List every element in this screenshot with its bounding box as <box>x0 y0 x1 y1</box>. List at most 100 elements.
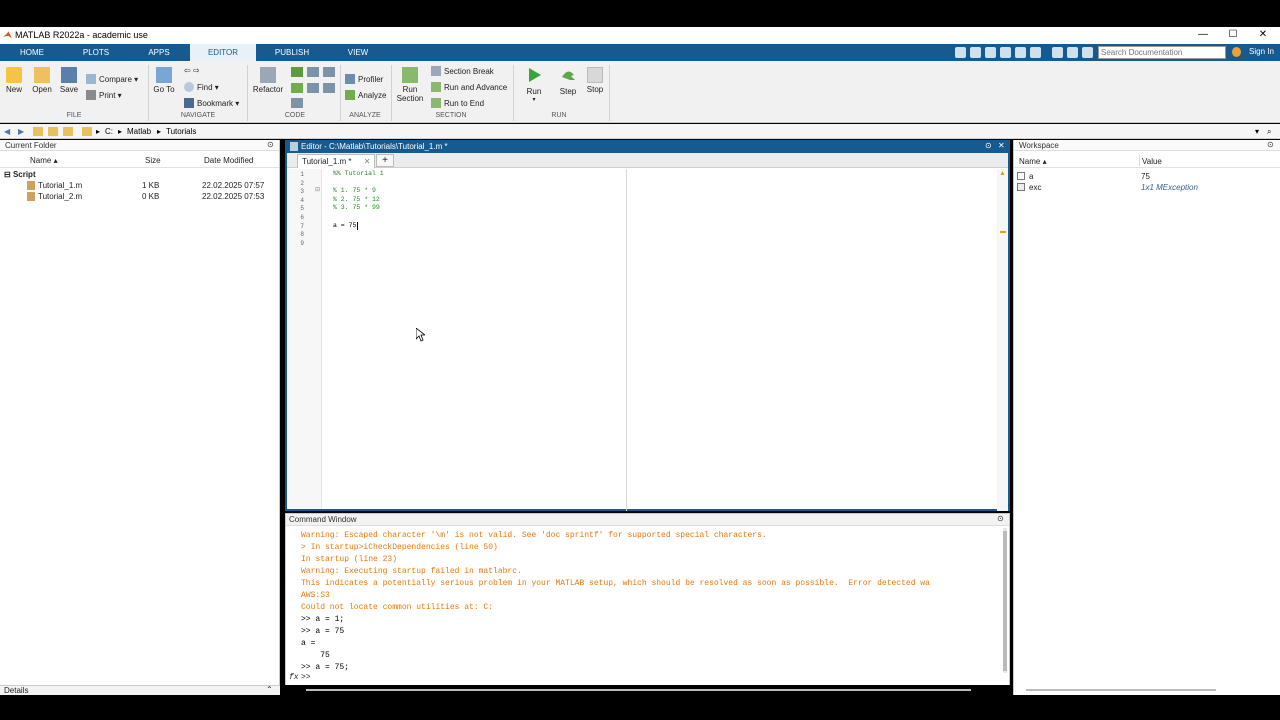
tab-view[interactable]: VIEW <box>328 44 388 61</box>
line-number: 9 <box>300 239 304 247</box>
command-prompt-line[interactable]: fx >> <box>286 673 1009 685</box>
save-button[interactable]: Save <box>58 67 80 94</box>
fold-icon[interactable]: ⊟ <box>315 186 320 193</box>
panel-menu-icon[interactable]: ⊙ <box>1267 140 1274 149</box>
code-line[interactable]: % 2. 75 * 12 <box>333 196 380 203</box>
analyze-button[interactable]: Analyze <box>345 90 386 100</box>
code-line[interactable]: %% Tutorial 1 <box>333 170 384 177</box>
tab-editor[interactable]: EDITOR <box>190 44 256 61</box>
run-to-end-button[interactable]: Run to End <box>431 98 484 108</box>
wrap-comments-icon[interactable] <box>323 83 335 93</box>
refactor-button[interactable]: Refactor <box>252 67 284 94</box>
section-break-button[interactable]: Section Break <box>431 66 494 76</box>
column-header-name[interactable]: Name ▴ <box>1019 157 1047 166</box>
details-panel-header[interactable]: Details ⌃ <box>0 685 280 695</box>
column-header-name[interactable]: Name ▴ <box>30 156 58 165</box>
horizontal-scrollbar[interactable] <box>306 689 971 691</box>
run-section-button[interactable]: Run Section <box>396 67 424 103</box>
editor-tab-tutorial-1[interactable]: Tutorial_1.m * ✕ <box>297 154 376 168</box>
paste-icon[interactable] <box>1000 47 1011 58</box>
folder-icon[interactable] <box>63 127 73 136</box>
browse-folder-icon[interactable] <box>48 127 58 136</box>
close-icon[interactable]: ✕ <box>1257 29 1269 41</box>
file-date: 22.02.2025 07:57 <box>202 181 265 190</box>
profiler-icon <box>345 74 355 84</box>
run-section-icon <box>402 67 418 83</box>
column-header-value[interactable]: Value <box>1142 157 1162 166</box>
horizontal-scrollbar[interactable] <box>1026 689 1216 691</box>
minimize-icon[interactable]: — <box>1197 29 1209 41</box>
chevron-up-icon[interactable]: ⌃ <box>266 685 273 694</box>
file-row[interactable]: Tutorial_2.m 0 KB 22.02.2025 07:53 <box>0 191 279 202</box>
tab-publish[interactable]: PUBLISH <box>256 44 328 61</box>
run-button[interactable]: Run ▾ <box>520 67 548 103</box>
print-button[interactable]: Print ▾ <box>86 90 122 100</box>
comment-icon[interactable] <box>291 67 303 77</box>
breadcrumb-c[interactable]: C: <box>105 127 113 136</box>
code-line[interactable]: % 3. 75 * 99 <box>333 204 380 211</box>
close-editor-icon[interactable]: ✕ <box>998 141 1005 150</box>
redo-icon[interactable] <box>1030 47 1041 58</box>
panel-menu-icon[interactable]: ⊙ <box>985 141 992 150</box>
group-header[interactable]: ⊟ Script <box>4 170 36 179</box>
tab-home[interactable]: HOME <box>0 44 64 61</box>
sign-in-link[interactable]: Sign In <box>1249 47 1274 56</box>
outdent-icon[interactable] <box>323 67 335 77</box>
variable-row[interactable]: a 75 <box>1014 171 1280 182</box>
go-to-button[interactable]: Go To <box>152 67 176 94</box>
breadcrumb-matlab[interactable]: Matlab <box>127 127 151 136</box>
search-icon[interactable]: ⌕ <box>1267 127 1271 137</box>
panel-menu-icon[interactable]: ⊙ <box>267 140 274 149</box>
step-button[interactable]: Step <box>555 67 581 96</box>
uncomment-icon[interactable] <box>291 83 303 93</box>
bookmark-button[interactable]: Bookmark ▾ <box>184 98 239 108</box>
notification-bell-icon[interactable] <box>1232 47 1241 57</box>
close-tab-icon[interactable]: ✕ <box>364 157 371 166</box>
smart-indent-icon[interactable] <box>307 83 319 93</box>
file-row[interactable]: Tutorial_1.m 1 KB 22.02.2025 07:57 <box>0 180 279 191</box>
forward-icon[interactable]: ▶ <box>18 127 24 136</box>
copy-icon[interactable] <box>985 47 996 58</box>
column-header-size[interactable]: Size <box>145 156 161 165</box>
profiler-button[interactable]: Profiler <box>345 74 383 84</box>
variable-row[interactable]: exc 1x1 MException <box>1014 182 1280 193</box>
add-tab-button[interactable]: + <box>376 154 394 167</box>
fx-icon[interactable]: fx <box>289 673 299 682</box>
switch-windows-icon[interactable] <box>1052 47 1063 58</box>
current-folder-panel: Current Folder ⊙ Name ▴ Size Date Modifi… <box>0 140 280 685</box>
find-button[interactable]: Find ▾ <box>184 82 219 92</box>
warning-icon[interactable]: ▲ <box>999 170 1006 177</box>
up-folder-icon[interactable] <box>33 127 43 136</box>
help-icon[interactable] <box>1067 47 1078 58</box>
line-number: 3 <box>300 188 304 196</box>
column-header-date[interactable]: Date Modified <box>204 156 253 165</box>
new-button[interactable]: New <box>3 67 25 94</box>
cut-icon[interactable] <box>970 47 981 58</box>
breadcrumb-tutorials[interactable]: Tutorials <box>166 127 196 136</box>
run-and-advance-button[interactable]: Run and Advance <box>431 82 507 92</box>
back-arrow-icon[interactable]: ⇦ ⇨ <box>184 66 200 75</box>
search-icon[interactable]: ⌕ <box>1215 47 1220 58</box>
stop-button[interactable]: Stop <box>583 67 607 94</box>
customize-icon[interactable] <box>1082 47 1093 58</box>
scrollbar[interactable] <box>1003 528 1007 674</box>
tab-apps[interactable]: APPS <box>128 44 190 61</box>
save-all-icon[interactable] <box>955 47 966 58</box>
open-button[interactable]: Open <box>30 67 54 94</box>
scrollbar-thumb[interactable] <box>1003 531 1007 671</box>
code-line[interactable]: % 1. 75 * 9 <box>333 187 376 194</box>
panel-header: Workspace ⊙ <box>1014 140 1280 151</box>
undo-icon[interactable] <box>1015 47 1026 58</box>
panel-menu-icon[interactable]: ⊙ <box>997 514 1004 523</box>
search-documentation-input[interactable] <box>1098 46 1226 59</box>
compare-button[interactable]: Compare ▾ <box>86 74 138 84</box>
maximize-icon[interactable]: ☐ <box>1227 29 1239 41</box>
back-icon[interactable]: ◀ <box>4 127 10 136</box>
indent-icon[interactable] <box>307 67 319 77</box>
fx-insert-icon[interactable] <box>291 98 303 108</box>
warning-marker[interactable] <box>1000 231 1006 233</box>
tab-plots[interactable]: PLOTS <box>64 44 128 61</box>
chevron-down-icon[interactable]: ▾ <box>1255 127 1259 136</box>
line-number: 2 <box>300 179 304 187</box>
code-line[interactable]: a = 75 <box>333 222 356 229</box>
